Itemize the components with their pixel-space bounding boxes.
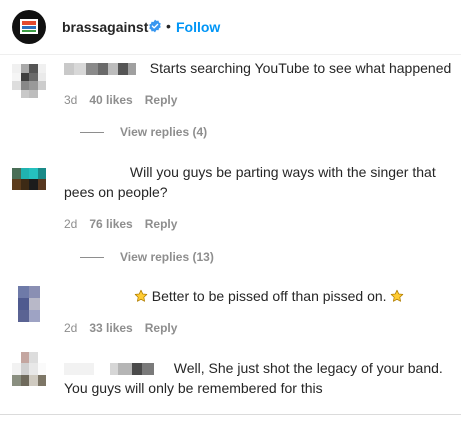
header-divider: [0, 54, 461, 55]
commenter-avatar[interactable]: [18, 286, 40, 322]
reply-button[interactable]: Reply: [145, 93, 178, 107]
commenter-avatar[interactable]: [12, 352, 46, 386]
comment-time[interactable]: 2d: [64, 321, 77, 335]
commenter-avatar[interactable]: [12, 168, 46, 190]
verified-badge-icon: [149, 19, 161, 33]
comment-body: Well, She just shot the legacy of your b…: [64, 358, 443, 398]
comment-text-line1: Well, She just shot the legacy of your b…: [173, 360, 443, 376]
commenter-avatar[interactable]: [12, 64, 46, 98]
view-replies-label: View replies (4): [120, 125, 208, 139]
comment-meta: 2d 76 likes Reply: [64, 217, 177, 231]
comments-bottom-divider: [0, 414, 461, 415]
commenter-name-redacted[interactable]: [64, 291, 130, 303]
star-emoji-icon: [134, 289, 148, 302]
separator-dot: •: [166, 18, 171, 34]
view-replies-button[interactable]: View replies (4): [80, 125, 207, 139]
comment-text: Starts searching YouTube to see what hap…: [149, 60, 452, 76]
comment-meta: 2d 33 likes Reply: [64, 321, 177, 335]
username[interactable]: brassagainst: [62, 19, 148, 35]
comment-text-line2: pees on people?: [64, 184, 168, 200]
comment-time[interactable]: 2d: [64, 217, 77, 231]
star-emoji-icon: [391, 289, 404, 302]
post-header: brassagainst • Follow: [0, 0, 461, 54]
replies-line: [80, 131, 104, 133]
comment-likes[interactable]: 33 likes: [89, 321, 132, 335]
comment-text: Better to be pissed off than pissed on.: [151, 288, 387, 304]
comment-body: Better to be pissed off than pissed on.: [64, 286, 404, 306]
reply-button[interactable]: Reply: [145, 217, 178, 231]
view-replies-button[interactable]: View replies (13): [80, 250, 214, 264]
comment-text-line1: Will you guys be parting ways with the s…: [129, 164, 436, 180]
view-replies-label: View replies (13): [120, 250, 214, 264]
comment-likes[interactable]: 76 likes: [89, 217, 132, 231]
follow-button[interactable]: Follow: [176, 19, 220, 35]
brassagainst-avatar[interactable]: [12, 10, 46, 44]
commenter-name-redacted[interactable]: [64, 63, 136, 76]
replies-line: [80, 256, 104, 258]
comment-meta: 3d 40 likes Reply: [64, 93, 177, 107]
comment-body: Starts searching YouTube to see what hap…: [64, 58, 451, 78]
commenter-name-redacted[interactable]: [64, 363, 154, 376]
comment-body: Will you guys be parting ways with the s…: [64, 162, 436, 202]
comment-text-line2: You guys will only be remembered for thi…: [64, 380, 323, 396]
comment-likes[interactable]: 40 likes: [89, 93, 132, 107]
commenter-name-redacted[interactable]: [64, 167, 126, 179]
reply-button[interactable]: Reply: [145, 321, 178, 335]
comment-time[interactable]: 3d: [64, 93, 77, 107]
